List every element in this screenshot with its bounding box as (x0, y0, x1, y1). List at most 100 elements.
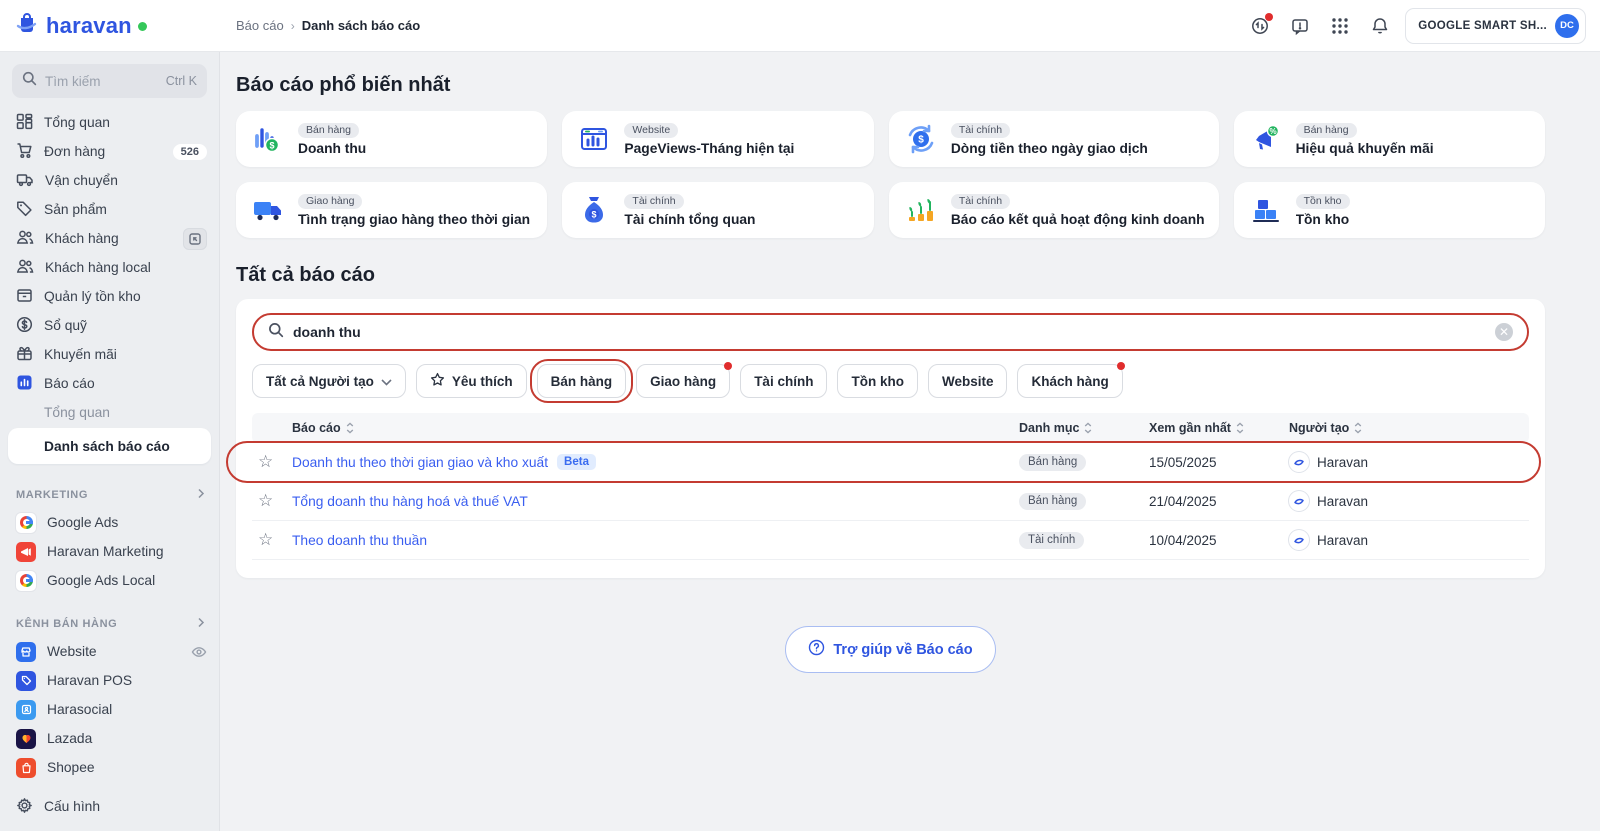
filter-chip-tai-chinh[interactable]: Tài chính (740, 364, 828, 398)
creator-filter-dropdown[interactable]: Tất cả Người tạo (252, 364, 406, 398)
star-icon (430, 372, 445, 390)
sidebar-subitem-tong-quan[interactable]: Tổng quan (0, 398, 219, 426)
sidebar-item-khach-hang[interactable]: Khách hàng (0, 224, 219, 253)
search-icon (22, 71, 37, 91)
card-title: Tình trạng giao hàng theo thời gian (298, 211, 531, 227)
sidebar-item-bao-cao[interactable]: Báo cáo (0, 369, 219, 398)
column-header-nguoi-tao[interactable]: Người tạo (1289, 421, 1529, 435)
last-viewed-date: 15/05/2025 (1149, 454, 1217, 470)
visibility-eye-icon[interactable] (191, 646, 207, 658)
sidebar-item-cau-hinh[interactable]: Cấu hình (0, 792, 219, 821)
help-button[interactable]: Trợ giúp về Báo cáo (785, 626, 996, 673)
sidebar-item-quan-ly-ton-kho[interactable]: Quản lý tồn kho (0, 282, 219, 311)
sidebar-item-shopee[interactable]: Shopee (0, 753, 219, 782)
chip-label: Tồn kho (851, 373, 904, 389)
sidebar-item-label: Đơn hàng (44, 144, 106, 159)
sidebar-item-khuyen-mai[interactable]: Khuyến mãi (0, 340, 219, 369)
sidebar-subitem-danh-sach-bao-cao[interactable]: Danh sách báo cáo (8, 428, 211, 464)
bell-icon[interactable] (1365, 11, 1395, 41)
sidebar-item-haravan-pos[interactable]: Haravan POS (0, 666, 219, 695)
haravan-logo[interactable]: haravan (0, 10, 220, 41)
section-kenh-ban-hang[interactable]: KÊNH BÁN HÀNG (0, 611, 219, 637)
filters-row: Tất cả Người tạo Yêu thích Bán hàng Giao… (252, 359, 1529, 403)
favorite-star-icon[interactable]: ☆ (252, 530, 292, 550)
status-dot (137, 22, 147, 31)
dashboard-icon (16, 113, 33, 133)
breadcrumb: Báo cáo › Danh sách báo cáo (220, 18, 420, 33)
popular-reports-grid: $ Bán hàng Doanh thu Website PageViews-T… (236, 111, 1545, 238)
sidebar-item-google-ads-local[interactable]: Google Ads Local (0, 566, 219, 595)
filter-chip-website[interactable]: Website (927, 364, 1008, 398)
card-tag: Giao hàng (298, 193, 363, 209)
report-card-dong-tien[interactable]: $ Tài chính Dòng tiền theo ngày giao dịc… (888, 111, 1219, 167)
table-row[interactable]: ☆ Doanh thu theo thời gian giao và kho x… (226, 441, 1541, 483)
sidebar-item-lazada[interactable]: Lazada (0, 724, 219, 753)
sidebar-item-website[interactable]: Website (0, 637, 219, 666)
report-card-tinh-trang-giao-hang[interactable]: Giao hàng Tình trạng giao hàng theo thời… (236, 182, 548, 238)
all-reports-panel: doanh thu ✕ Tất cả Người tạo Yêu thích B… (226, 299, 1545, 578)
pageviews-icon (576, 121, 612, 157)
sidebar-search-input[interactable]: Tìm kiếm Ctrl K (12, 64, 207, 98)
breadcrumb-parent[interactable]: Báo cáo (236, 18, 284, 33)
column-header-xem-gan-nhat[interactable]: Xem gần nhất (1149, 421, 1289, 435)
column-header-danh-muc[interactable]: Danh mục (1019, 421, 1149, 435)
favorite-star-icon[interactable]: ☆ (252, 491, 292, 511)
chip-label: Website (941, 373, 994, 389)
gear-icon (16, 797, 33, 817)
report-card-ket-qua-kinh-doanh[interactable]: Tài chính Báo cáo kết quả hoạt động kinh… (888, 182, 1219, 238)
breadcrumb-current: Danh sách báo cáo (301, 18, 421, 33)
sidebar-item-label: Website (47, 644, 97, 659)
card-tag: Tài chính (950, 193, 1011, 209)
new-indicator-dot (1116, 362, 1125, 370)
clear-search-icon[interactable]: ✕ (1495, 323, 1513, 341)
table-row[interactable]: ☆ Tổng doanh thu hàng hoá và thuế VAT Bá… (252, 482, 1529, 521)
card-tag: Bán hàng (298, 122, 359, 138)
delivery-truck-icon (250, 192, 286, 228)
column-header-bao-cao[interactable]: Báo cáo (292, 421, 1019, 435)
search-placeholder: Tìm kiếm (45, 73, 101, 89)
card-tag: Tài chính (950, 122, 1011, 138)
filter-chip-giao-hang[interactable]: Giao hàng (636, 362, 733, 398)
sidebar-item-google-ads[interactable]: Google Ads (0, 508, 219, 537)
apps-grid-icon[interactable] (1325, 11, 1355, 41)
report-card-tai-chinh-tong-quan[interactable]: $ Tài chính Tài chính tổng quan (562, 182, 874, 238)
sidebar-item-so-quy[interactable]: Sổ quỹ (0, 311, 219, 340)
filter-chip-ban-hang[interactable]: Bán hàng (529, 359, 633, 403)
sync-history-icon[interactable] (1245, 11, 1275, 41)
feedback-icon[interactable] (1285, 11, 1315, 41)
sidebar-item-tong-quan[interactable]: Tổng quan (0, 108, 219, 137)
help-label: Trợ giúp về Báo cáo (833, 641, 973, 658)
table-row[interactable]: ☆ Theo doanh thu thuần Tài chính 10/04/2… (252, 521, 1529, 560)
section-marketing[interactable]: MARKETING (0, 482, 219, 508)
sidebar-item-san-pham[interactable]: Sản phẩm (0, 195, 219, 224)
question-circle-icon (808, 639, 825, 660)
sidebar-item-don-hang[interactable]: Đơn hàng 526 (0, 137, 219, 166)
promotion-icon: % (1248, 121, 1284, 157)
report-link[interactable]: Tổng doanh thu hàng hoá và thuế VAT (292, 494, 528, 509)
sidebar-item-van-chuyen[interactable]: Vận chuyển (0, 166, 219, 195)
report-card-doanh-thu[interactable]: $ Bán hàng Doanh thu (236, 111, 548, 167)
report-search-input[interactable]: doanh thu ✕ (252, 313, 1529, 351)
report-card-hieu-qua-khuyen-mai[interactable]: % Bán hàng Hiệu quả khuyến mãi (1233, 111, 1545, 167)
report-card-ton-kho[interactable]: Tồn kho Tồn kho (1233, 182, 1545, 238)
favorite-star-icon[interactable]: ☆ (252, 452, 292, 472)
filter-chip-khach-hang[interactable]: Khách hàng (1017, 362, 1125, 398)
account-menu[interactable]: GOOGLE SMART SH... DC (1405, 7, 1586, 44)
open-panel-icon[interactable] (183, 227, 207, 250)
card-title: Dòng tiền theo ngày giao dịch (950, 140, 1148, 156)
promo-icon (16, 345, 33, 365)
report-link[interactable]: Theo doanh thu thuần (292, 533, 427, 548)
favorite-filter-button[interactable]: Yêu thích (415, 364, 527, 398)
sidebar-item-haravan-marketing[interactable]: Haravan Marketing (0, 537, 219, 566)
filter-chip-ton-kho[interactable]: Tồn kho (837, 364, 918, 398)
sidebar-item-harasocial[interactable]: Harasocial (0, 695, 219, 724)
sidebar-item-khach-hang-local[interactable]: Khách hàng local (0, 253, 219, 282)
search-shortcut: Ctrl K (165, 74, 197, 88)
report-link[interactable]: Doanh thu theo thời gian giao và kho xuấ… (292, 455, 548, 470)
beta-badge: Beta (557, 454, 596, 470)
sidebar-item-label: Sổ quỹ (44, 318, 87, 333)
sidebar-item-label: Shopee (47, 760, 95, 775)
sidebar-item-label: Cấu hình (44, 799, 100, 814)
chip-label: Tài chính (754, 373, 814, 389)
report-card-pageviews[interactable]: Website PageViews-Tháng hiện tại (562, 111, 874, 167)
